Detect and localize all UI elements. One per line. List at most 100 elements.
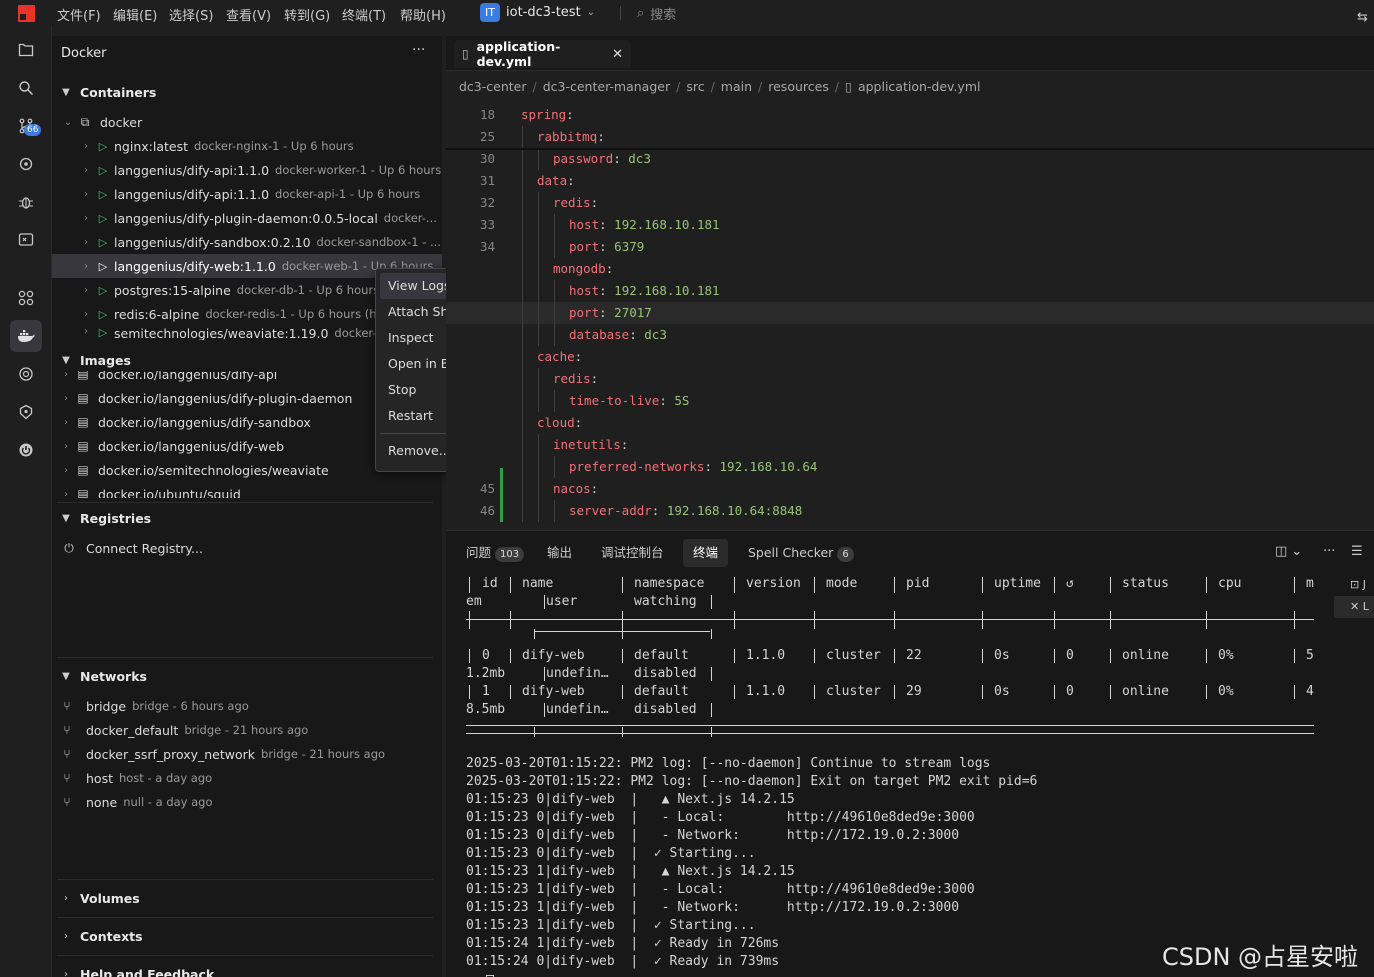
panel-tab[interactable]: Spell Checker 6 [748, 539, 854, 567]
container-item[interactable]: › ▷ langgenius/dify-api:1.1.0 docker-api-1 … [52, 182, 442, 206]
explorer-icon[interactable] [10, 34, 42, 66]
layout-icon[interactable]: ◫ ⌄ [1275, 544, 1302, 559]
table-border [1294, 649, 1295, 663]
breadcrumb-item[interactable]: application-dev.yml [858, 79, 981, 94]
search-icon[interactable] [10, 72, 42, 104]
indent-guide [538, 280, 539, 302]
image-icon: ▤ [77, 463, 89, 477]
yaml-key: redis [553, 195, 591, 210]
table-border [1110, 649, 1111, 663]
connect-registry[interactable]: ⏻ Connect Registry... [52, 536, 442, 560]
terminal-instance-2[interactable]: ✕ L [1334, 596, 1374, 618]
panel-tab[interactable]: 终端 [683, 539, 729, 567]
code-line: port: 27017 [446, 302, 1374, 324]
yaml-colon: : [590, 481, 599, 496]
docker-icon[interactable] [10, 320, 42, 352]
project-badge: IT [480, 3, 500, 22]
breadcrumb-item[interactable]: resources [768, 79, 829, 94]
yaml-colon: : [567, 173, 575, 188]
extensions-icon[interactable] [10, 282, 42, 314]
code-line: database: dc3 [446, 324, 1374, 346]
breadcrumb-item[interactable]: dc3-center-manager [543, 79, 670, 94]
file-icon: ▯ [462, 47, 469, 61]
debug-icon[interactable] [10, 186, 42, 218]
project-picker[interactable]: IT iot-dc3-test ⌄ [480, 2, 595, 23]
table-border [814, 649, 815, 663]
help-section-header[interactable]: › Help and Feedback [52, 963, 442, 977]
menu-file[interactable]: 文件(F) [57, 5, 101, 24]
table-border [469, 577, 470, 593]
panel-tab[interactable]: 调试控制台 [601, 539, 664, 567]
image-name: docker.io/langgenius/dify-plugin-daemon [98, 390, 353, 406]
container-group[interactable]: ⌄ ⧉ docker [52, 110, 442, 134]
ai-assistant-icon[interactable] [10, 396, 42, 428]
registries-section-header[interactable]: ▼ Registries [52, 507, 442, 529]
table-border [982, 611, 983, 629]
breadcrumb-item[interactable]: main [721, 79, 752, 94]
network-item[interactable]: ⑂ bridge bridge - 6 hours ago [52, 694, 442, 718]
containers-section-header[interactable]: ▼ Containers [52, 81, 442, 103]
remote-explorer-icon[interactable] [10, 148, 42, 180]
table-header: mode [826, 576, 858, 591]
more-actions-icon[interactable]: ··· [1323, 544, 1335, 559]
network-item[interactable]: ⑂ none null - a day ago [52, 790, 442, 814]
networks-section-header[interactable]: ▼ Networks [52, 665, 442, 687]
indent-guide [522, 390, 523, 412]
close-icon[interactable]: ✕ [612, 47, 623, 62]
sticky-scroll-divider [446, 148, 1374, 150]
table-border [544, 667, 545, 681]
menu-selection[interactable]: 选择(S) [169, 5, 213, 24]
code-text: data: [537, 170, 575, 192]
image-item[interactable]: › ▤ docker.io/ubuntu/squid [52, 482, 442, 499]
container-item[interactable]: › ▷ langgenius/dify-sandbox:0.2.10 docker-s… [52, 230, 442, 254]
openai-icon[interactable] [10, 358, 42, 390]
breadcrumb-item[interactable]: src [686, 79, 704, 94]
indent-guide [554, 390, 555, 412]
network-item[interactable]: ⑂ host host - a day ago [52, 766, 442, 790]
tab-application-dev-yml[interactable]: ▯ application-dev.yml ✕ [454, 39, 631, 69]
indent-guide [522, 236, 523, 258]
volumes-section-header[interactable]: › Volumes [52, 887, 442, 909]
power-icon[interactable] [10, 434, 42, 466]
network-name: bridge [86, 698, 127, 714]
more-actions-icon[interactable]: ··· [412, 42, 425, 58]
menu-view[interactable]: 查看(V) [226, 5, 271, 24]
chevron-right-icon: › [84, 236, 88, 248]
yaml-colon: : [605, 261, 614, 276]
terminal-output[interactable]: id name namespace version mode pid uptime ↺ stat… [466, 573, 1346, 977]
yaml-key: port [569, 239, 600, 254]
panel-tab[interactable]: 输出 [547, 539, 572, 567]
menu-edit[interactable]: 编辑(E) [113, 5, 157, 24]
log-line: 01:15:23 0|dify-web | - Network: http://… [466, 828, 960, 843]
breadcrumb-item[interactable]: dc3-center [459, 79, 527, 94]
yaml-colon: : [597, 129, 605, 144]
terminal-instance-1[interactable]: ⊡ J [1334, 574, 1374, 596]
network-item[interactable]: ⑂ docker_ssrf_proxy_network bridge - 21 ho… [52, 742, 442, 766]
menu-help[interactable]: 帮助(H) [400, 5, 446, 24]
contexts-section-header[interactable]: › Contexts [52, 925, 442, 947]
network-icon: ⑂ [63, 795, 71, 809]
table-cell: 1.1.0 [746, 648, 786, 663]
run-tests-icon[interactable] [10, 224, 42, 256]
panel-settings-icon[interactable]: ☰ [1351, 544, 1363, 559]
code-line: inetutils: [446, 434, 1374, 456]
menu-terminal[interactable]: 终端(T) [342, 5, 386, 24]
menu-go[interactable]: 转到(G) [284, 5, 330, 24]
container-item[interactable]: › ▷ nginx:latest docker-nginx-1 - Up 6 hour… [52, 134, 442, 158]
command-search[interactable]: ⌕ 搜索 [637, 4, 676, 23]
network-item[interactable]: ⑂ docker_default bridge - 21 hours ago [52, 718, 442, 742]
code-editor[interactable]: 18 spring: 25 rabbitmq: 30 password: dc3 31 dat… [446, 104, 1374, 522]
table-header: namespace [634, 576, 705, 591]
split-editor-icon[interactable]: ⇆ [1357, 10, 1368, 25]
table-border [711, 595, 712, 609]
container-item[interactable]: › ▷ langgenius/dify-api:1.1.0 docker-worker… [52, 158, 442, 182]
log-line: 01:15:23 1|dify-web | ✓ Starting... [466, 918, 756, 933]
yaml-colon: : [566, 107, 574, 122]
table-header: watching [634, 594, 697, 609]
panel-tab[interactable]: 问题 103 [466, 539, 525, 567]
container-item[interactable]: › ▷ langgenius/dify-plugin-daemon:0.0.5-lo… [52, 206, 442, 230]
line-number: 31 [479, 173, 495, 188]
indent-guide [538, 434, 539, 456]
chevron-right-icon: › [64, 930, 68, 942]
image-icon: ▤ [77, 487, 89, 498]
